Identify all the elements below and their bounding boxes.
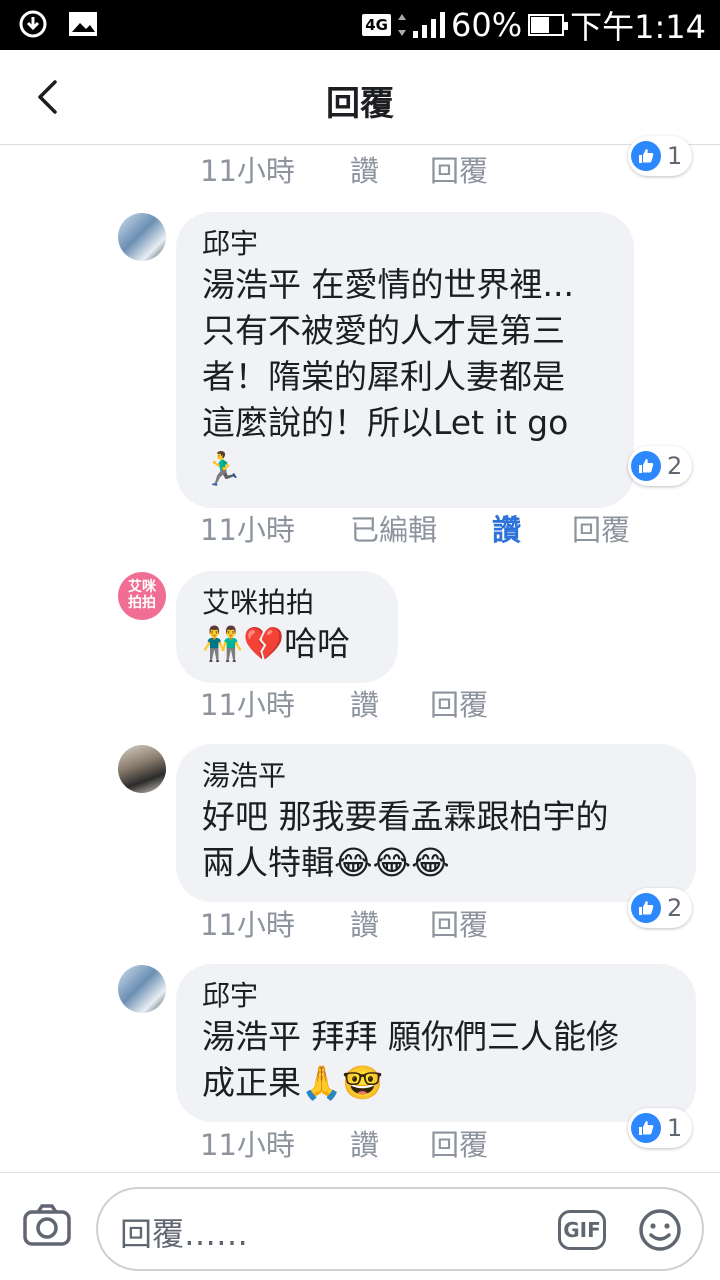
camera-icon — [23, 1204, 71, 1246]
reply-link[interactable]: 回覆 — [430, 148, 488, 190]
image-status-icon — [69, 12, 97, 36]
comment-line: 兩人特輯😂😂😂 — [202, 843, 450, 882]
avatar[interactable]: 艾咪拍拍 — [118, 572, 166, 620]
like-link[interactable]: 讚 — [350, 148, 430, 190]
comment-line: 成正果🙏🤓 — [202, 1063, 384, 1102]
comment-line: 湯浩平 拜拜 願你們三人能修 — [202, 1017, 619, 1056]
comment-line: 🏃‍♂️ — [202, 449, 244, 488]
comment-line: 只有不被愛的人才是第三 — [202, 311, 565, 350]
comment-time: 11小時 — [200, 513, 295, 547]
reply-link[interactable]: 回覆 — [572, 507, 630, 549]
reaction-summary[interactable]: 1 — [628, 1108, 693, 1148]
like-link[interactable]: 讚 — [350, 902, 430, 944]
avatar[interactable] — [118, 213, 166, 261]
status-left-icons — [18, 9, 98, 39]
comment-line: 湯浩平 在愛情的世界裡... — [202, 265, 574, 304]
emoji-icon[interactable] — [638, 1208, 682, 1252]
comment-line: 👬💔哈哈 — [202, 624, 351, 663]
comment-author[interactable]: 湯浩平 — [202, 758, 670, 794]
comment-line: 好吧 那我要看孟霖跟柏宇的 — [202, 797, 609, 836]
battery-icon — [528, 14, 569, 36]
gif-button[interactable]: GIF — [558, 1210, 606, 1250]
camera-button[interactable] — [22, 1203, 72, 1253]
comment-meta-row: 11小時 已編輯 讚 回覆 — [200, 507, 630, 549]
comment-bubble[interactable]: 湯浩平 好吧 那我要看孟霖跟柏宇的 兩人特輯😂😂😂 — [176, 744, 696, 902]
avatar[interactable] — [118, 745, 166, 793]
battery-percent: 60% — [451, 6, 523, 44]
clock: 下午1:14 — [570, 8, 706, 46]
reply-input-placeholder: 回覆…… — [120, 1215, 249, 1253]
reaction-summary[interactable]: 1 — [628, 136, 693, 176]
network-badge: 4G — [362, 14, 391, 36]
reaction-count: 2 — [667, 894, 683, 922]
download-status-icon — [19, 10, 47, 38]
comment-meta-row: 11小時 讚 回覆 — [200, 682, 488, 724]
reaction-count: 1 — [667, 1114, 683, 1142]
like-link[interactable]: 讚 — [350, 1122, 430, 1164]
edited-label[interactable]: 已編輯 — [350, 507, 492, 549]
app-header: 回覆 — [0, 50, 720, 145]
comment-meta-row: 11小時 讚 回覆 — [200, 902, 488, 944]
reply-link[interactable]: 回覆 — [430, 1122, 488, 1164]
comment-bubble[interactable]: 邱宇 湯浩平 在愛情的世界裡... 只有不被愛的人才是第三 者！隋棠的犀利人妻都… — [176, 212, 634, 508]
reply-link[interactable]: 回覆 — [430, 902, 488, 944]
comment-line: 這麼說的！所以Let it go — [202, 403, 569, 442]
reply-input[interactable]: 回覆…… GIF — [96, 1187, 704, 1271]
reaction-count: 1 — [667, 142, 683, 170]
reply-composer: 回覆…… GIF — [0, 1172, 720, 1280]
data-arrows-icon — [398, 14, 406, 36]
comment-author[interactable]: 艾咪拍拍 — [202, 585, 372, 621]
like-link[interactable]: 讚 — [492, 507, 572, 549]
comment-meta-row: 11小時 讚 回覆 — [200, 1122, 488, 1164]
status-bar: 4G 60% 下午1:14 — [0, 0, 720, 50]
reaction-summary[interactable]: 2 — [628, 888, 693, 928]
signal-icon — [413, 12, 445, 38]
like-link[interactable]: 讚 — [350, 682, 430, 724]
thumbs-up-icon — [631, 141, 661, 171]
comment-meta-row: 11小時 讚 回覆 — [200, 148, 488, 190]
comment-line: 者！隋棠的犀利人妻都是 — [202, 357, 565, 396]
reply-link[interactable]: 回覆 — [430, 682, 488, 724]
comment-time: 11小時 — [200, 908, 295, 942]
comment-time: 11小時 — [200, 154, 295, 188]
comment-bubble[interactable]: 邱宇 湯浩平 拜拜 願你們三人能修 成正果🙏🤓 — [176, 964, 696, 1122]
avatar[interactable] — [118, 965, 166, 1013]
reaction-count: 2 — [667, 452, 683, 480]
comment-author[interactable]: 邱宇 — [202, 226, 608, 262]
reaction-summary[interactable]: 2 — [628, 446, 693, 486]
comment-bubble[interactable]: 艾咪拍拍 👬💔哈哈 — [176, 571, 398, 683]
thumbs-up-icon — [631, 893, 661, 923]
status-right-icons: 4G 60% 下午1:14 — [362, 5, 706, 46]
thumbs-up-icon — [631, 1113, 661, 1143]
thumbs-up-icon — [631, 451, 661, 481]
comment-time: 11小時 — [200, 1128, 295, 1162]
comment-author[interactable]: 邱宇 — [202, 978, 670, 1014]
avatar-text: 艾咪拍拍 — [128, 579, 156, 611]
comment-time: 11小時 — [200, 688, 295, 722]
page-title: 回覆 — [326, 84, 394, 124]
